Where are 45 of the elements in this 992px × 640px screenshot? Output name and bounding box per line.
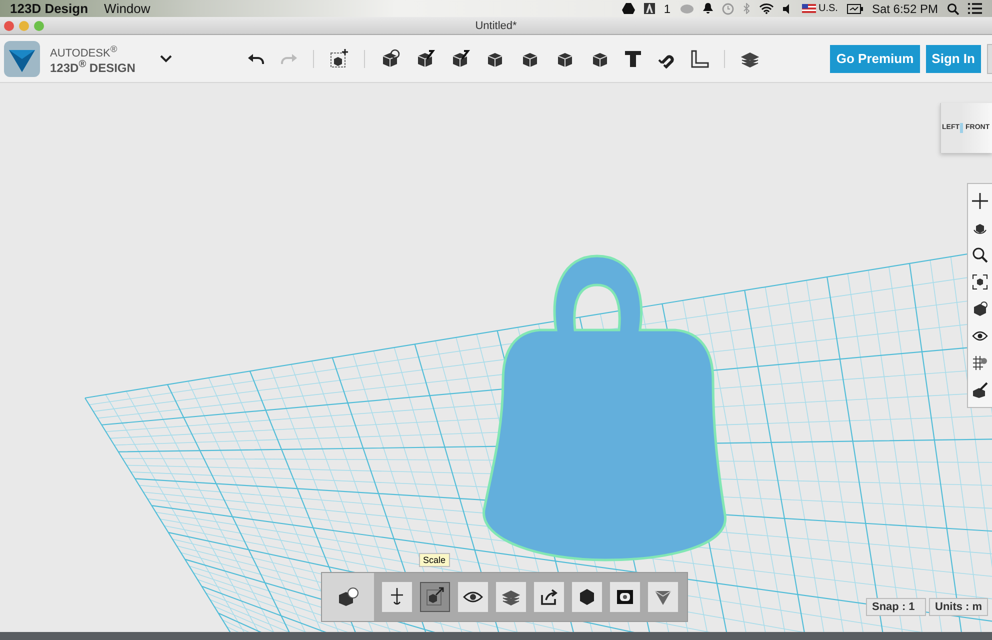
cube-icon[interactable]	[380, 48, 400, 68]
tool-button[interactable]	[610, 582, 640, 612]
battery-icon[interactable]	[846, 4, 863, 14]
primitive-button[interactable]	[322, 573, 374, 621]
pan-icon[interactable]	[972, 193, 988, 209]
tooltip: Scale	[419, 553, 450, 567]
text-tool-icon[interactable]	[625, 50, 642, 66]
frame-icon	[615, 587, 635, 607]
export-icon	[539, 587, 559, 607]
menu-clock[interactable]: Sat 6:52 PM	[872, 2, 938, 16]
tool-button[interactable]	[534, 582, 564, 612]
hexagon-icon	[577, 587, 597, 607]
units-field[interactable]: Units : m	[929, 598, 988, 616]
search-icon[interactable]	[972, 247, 988, 263]
tool-button[interactable]	[572, 582, 602, 612]
cube-icon[interactable]	[415, 48, 436, 68]
scale-icon	[425, 587, 445, 607]
grid-icon[interactable]	[972, 355, 988, 371]
wifi-icon[interactable]	[758, 3, 774, 14]
bell-icon[interactable]	[702, 3, 712, 14]
search-icon[interactable]	[947, 2, 959, 14]
logo-icon	[4, 40, 40, 76]
brand-name: AUTODESK$^{®}$	[50, 42, 118, 60]
app-menu[interactable]: 123D Design	[10, 1, 88, 16]
product-name: 123D$^{®}$ DESIGN	[50, 59, 136, 74]
notification-count: 1	[664, 2, 670, 16]
cube-icon[interactable]	[450, 48, 470, 68]
menu-item[interactable]: Window	[104, 1, 150, 16]
ruler-icon[interactable]	[691, 50, 710, 68]
snap-field[interactable]: Snap : 1	[866, 598, 926, 616]
close-button[interactable]	[4, 20, 14, 30]
cube-sphere-icon	[337, 586, 359, 608]
add-cube-icon[interactable]	[329, 48, 350, 68]
fit-icon[interactable]	[972, 274, 988, 290]
material-icon[interactable]	[972, 382, 988, 398]
window-title: Untitled*	[475, 20, 517, 32]
list-icon[interactable]	[968, 3, 982, 14]
flag-icon[interactable]	[802, 4, 816, 13]
tool-button[interactable]	[496, 582, 526, 612]
chevron-down-icon[interactable]	[160, 54, 172, 62]
tool-button[interactable]	[382, 582, 412, 612]
cube-icon[interactable]	[972, 301, 988, 317]
input-source[interactable]: U.S.	[818, 3, 838, 14]
undo-icon[interactable]	[247, 52, 266, 64]
tool-button[interactable]	[458, 582, 488, 612]
